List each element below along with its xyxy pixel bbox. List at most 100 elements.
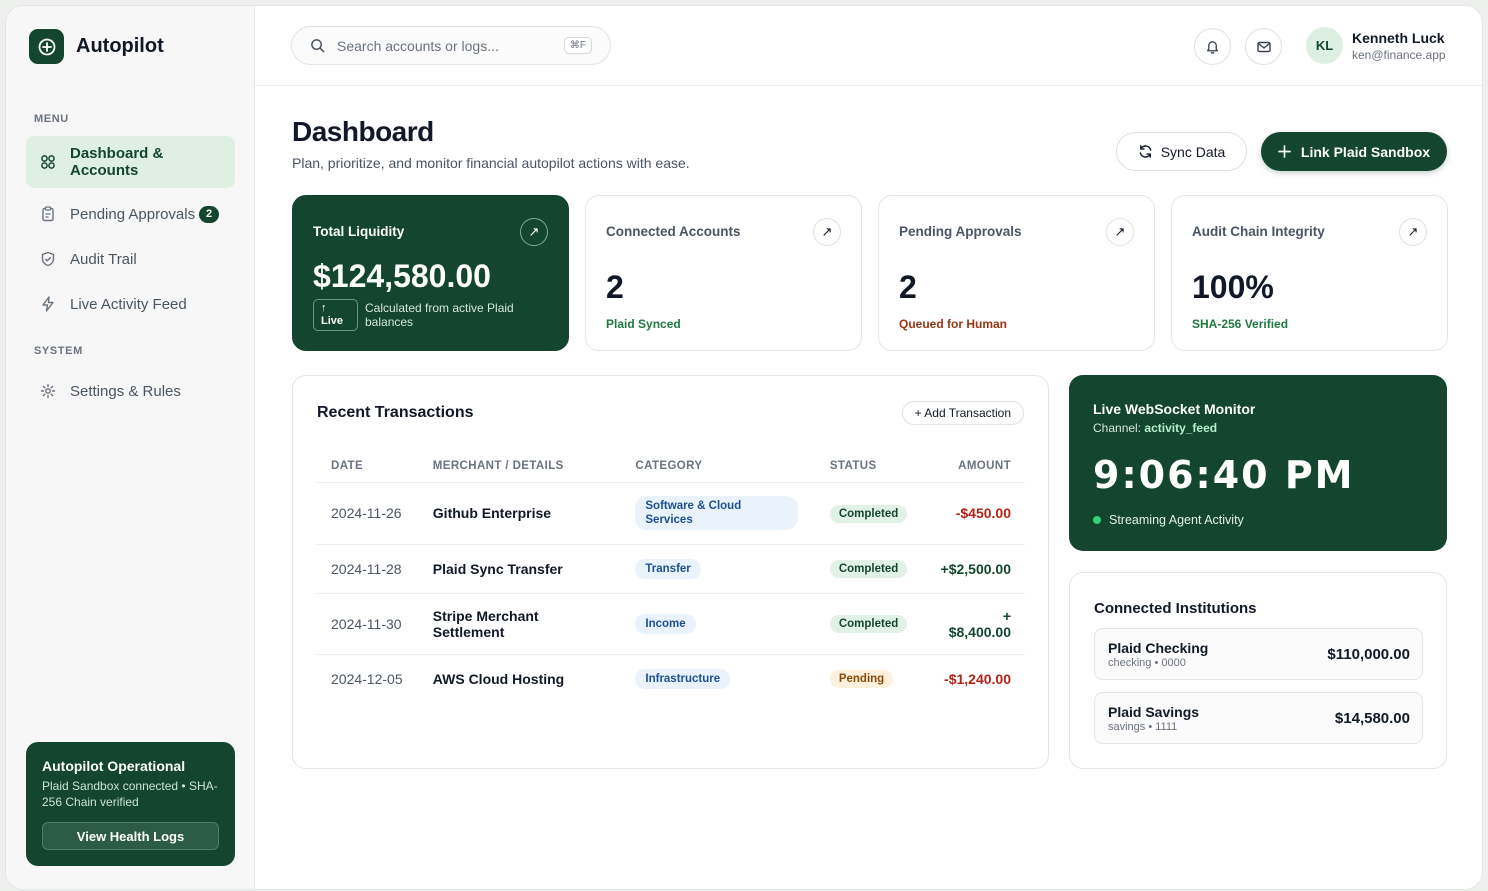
link-plaid-button[interactable]: Link Plaid Sandbox bbox=[1261, 132, 1447, 171]
add-transaction-button[interactable]: + Add Transaction bbox=[901, 401, 1024, 425]
pending-count-badge: 2 bbox=[199, 205, 220, 223]
category-badge: Transfer bbox=[635, 558, 701, 579]
bell-icon bbox=[1206, 41, 1219, 54]
link-plaid-label: Link Plaid Sandbox bbox=[1300, 143, 1431, 160]
table-row[interactable]: 2024-12-05 AWS Cloud Hosting Infrastruct… bbox=[317, 654, 1025, 703]
stat-label: Total Liquidity bbox=[313, 224, 405, 239]
stat-foot: SHA-256 Verified bbox=[1192, 317, 1289, 331]
sidebar-item-label: Settings & Rules bbox=[70, 382, 181, 400]
institution-balance: $14,580.00 bbox=[1334, 710, 1410, 727]
tx-merchant: Stripe Merchant Settlement bbox=[418, 593, 622, 655]
tx-amount: -$1,240.00 bbox=[944, 670, 1011, 687]
system-section-label: SYSTEM bbox=[34, 345, 83, 357]
arrow-up-right-icon[interactable]: ↗ bbox=[813, 218, 841, 246]
liquidity-note: Calculated from active Plaid balances bbox=[365, 301, 514, 329]
refresh-icon bbox=[1139, 145, 1152, 158]
institution-row[interactable]: Plaid Savings savings • 1111 $14,580.00 bbox=[1094, 692, 1423, 744]
tx-amount: -$450.00 bbox=[923, 482, 1025, 545]
search-icon bbox=[311, 39, 325, 53]
websocket-monitor-card: Live WebSocket Monitor Channel: activity… bbox=[1069, 375, 1447, 551]
stat-card-audit-integrity[interactable]: Audit Chain Integrity ↗ 100% SHA-256 Ver… bbox=[1171, 195, 1448, 351]
transactions-title: Recent Transactions bbox=[317, 404, 474, 421]
transactions-table: DATE MERCHANT / DETAILS CATEGORY STATUS … bbox=[317, 450, 1025, 703]
sidebar-item-label: Audit Trail bbox=[70, 250, 137, 268]
live-chip: ↑ Live bbox=[313, 299, 358, 331]
sidebar-item-pending-approvals[interactable]: Pending Approvals 2 bbox=[26, 202, 235, 226]
tx-date: 2024-11-26 bbox=[317, 482, 419, 545]
monitor-clock: 9:06:40 PM bbox=[1093, 453, 1355, 497]
column-header: STATUS bbox=[815, 450, 924, 483]
stat-card-pending-approvals[interactable]: Pending Approvals ↗ 2 Queued for Human bbox=[878, 195, 1155, 351]
sidebar-item-settings[interactable]: Settings & Rules bbox=[26, 379, 235, 403]
status-subtitle: Plaid Sandbox connected • SHA-256 Chain … bbox=[42, 779, 218, 809]
stat-label: Connected Accounts bbox=[606, 224, 741, 239]
stream-label: Streaming Agent Activity bbox=[1109, 513, 1244, 527]
plus-icon bbox=[1278, 145, 1291, 158]
autopilot-logo-icon bbox=[29, 29, 64, 64]
category-badge: Software & Cloud Services bbox=[635, 496, 799, 530]
mail-icon bbox=[1256, 41, 1271, 52]
column-header: AMOUNT bbox=[923, 450, 1025, 483]
channel-label: Channel: bbox=[1093, 421, 1142, 435]
table-row[interactable]: 2024-11-26 Github Enterprise Software & … bbox=[317, 482, 1025, 545]
column-header: DATE bbox=[317, 450, 419, 483]
stream-status: Streaming Agent Activity bbox=[1093, 513, 1244, 527]
table-row[interactable]: 2024-11-30 Stripe Merchant Settlement In… bbox=[317, 593, 1025, 655]
tx-merchant: Plaid Sync Transfer bbox=[418, 544, 622, 594]
column-header: MERCHANT / DETAILS bbox=[418, 450, 622, 483]
lightning-icon bbox=[42, 296, 54, 312]
tx-merchant: AWS Cloud Hosting bbox=[432, 670, 565, 687]
user-name: Kenneth Luck bbox=[1352, 30, 1445, 46]
view-health-logs-button[interactable]: View Health Logs bbox=[42, 822, 219, 850]
sidebar-item-audit-trail[interactable]: Audit Trail bbox=[26, 247, 235, 271]
institution-name: Plaid Savings bbox=[1108, 704, 1200, 720]
arrow-up-right-icon[interactable]: ↗ bbox=[520, 218, 548, 246]
app-window: Autopilot MENU Dashboard & Accounts Pend… bbox=[5, 5, 1483, 890]
menu-section-label: MENU bbox=[34, 113, 69, 125]
connected-institutions-card: Connected Institutions Plaid Checking ch… bbox=[1069, 572, 1447, 769]
notifications-button[interactable] bbox=[1194, 28, 1231, 65]
arrow-up-right-icon[interactable]: ↗ bbox=[1106, 218, 1134, 246]
sidebar-item-dashboard[interactable]: Dashboard & Accounts bbox=[26, 136, 235, 188]
arrow-up-right-icon[interactable]: ↗ bbox=[1399, 218, 1427, 246]
stat-foot: Queued for Human bbox=[899, 317, 1008, 331]
sidebar-item-label: Live Activity Feed bbox=[70, 295, 187, 313]
topbar: ⌘F KL Kenneth Luck ken@finance.app bbox=[255, 6, 1482, 86]
stat-value: 2 bbox=[899, 269, 917, 305]
sidebar-item-live-activity[interactable]: Live Activity Feed bbox=[26, 292, 235, 316]
live-dot-icon bbox=[1093, 516, 1101, 524]
live-chip-label: Live bbox=[321, 315, 344, 327]
stat-foot: Plaid Synced bbox=[606, 317, 681, 331]
search-box[interactable]: ⌘F bbox=[291, 26, 611, 65]
stat-card-total-liquidity[interactable]: Total Liquidity ↗ $124,580.00 ↑ Live Cal… bbox=[292, 195, 569, 351]
stat-label: Audit Chain Integrity bbox=[1192, 224, 1325, 239]
channel-name: activity_feed bbox=[1144, 421, 1218, 435]
sidebar: Autopilot MENU Dashboard & Accounts Pend… bbox=[6, 6, 255, 889]
recent-transactions-card: Recent Transactions + Add Transaction DA… bbox=[292, 375, 1049, 769]
status-badge: Pending bbox=[829, 670, 894, 689]
brand[interactable]: Autopilot bbox=[29, 29, 164, 64]
tx-amount: +$2,500.00 bbox=[923, 544, 1025, 594]
stat-card-connected-accounts[interactable]: Connected Accounts ↗ 2 Plaid Synced bbox=[585, 195, 862, 351]
institution-row[interactable]: Plaid Checking checking • 0000 $110,000.… bbox=[1094, 628, 1423, 680]
status-title: Autopilot Operational bbox=[42, 758, 186, 774]
institutions-title: Connected Institutions bbox=[1094, 600, 1257, 617]
page-subtitle: Plan, prioritize, and monitor financial … bbox=[292, 155, 690, 171]
operational-status-card: Autopilot Operational Plaid Sandbox conn… bbox=[26, 742, 235, 866]
stat-value: $124,580.00 bbox=[313, 258, 491, 294]
table-row[interactable]: 2024-11-28 Plaid Sync Transfer Transfer … bbox=[317, 544, 1025, 594]
sync-data-button[interactable]: Sync Data bbox=[1116, 132, 1247, 171]
shortcut-hint: ⌘F bbox=[563, 37, 592, 54]
category-badge: Infrastructure bbox=[635, 668, 731, 689]
status-badge: Completed bbox=[829, 560, 908, 578]
user-email: ken@finance.app bbox=[1352, 48, 1446, 62]
stat-label: Pending Approvals bbox=[899, 224, 1022, 239]
messages-button[interactable] bbox=[1245, 28, 1282, 65]
institution-name: Plaid Checking bbox=[1108, 640, 1209, 656]
sync-data-label: Sync Data bbox=[1160, 143, 1226, 160]
tx-date: 2024-11-30 bbox=[317, 593, 419, 655]
avatar[interactable]: KL bbox=[1306, 27, 1343, 64]
stat-value: 100% bbox=[1192, 269, 1274, 305]
search-input[interactable] bbox=[337, 37, 552, 54]
tx-merchant: Github Enterprise bbox=[418, 482, 622, 545]
